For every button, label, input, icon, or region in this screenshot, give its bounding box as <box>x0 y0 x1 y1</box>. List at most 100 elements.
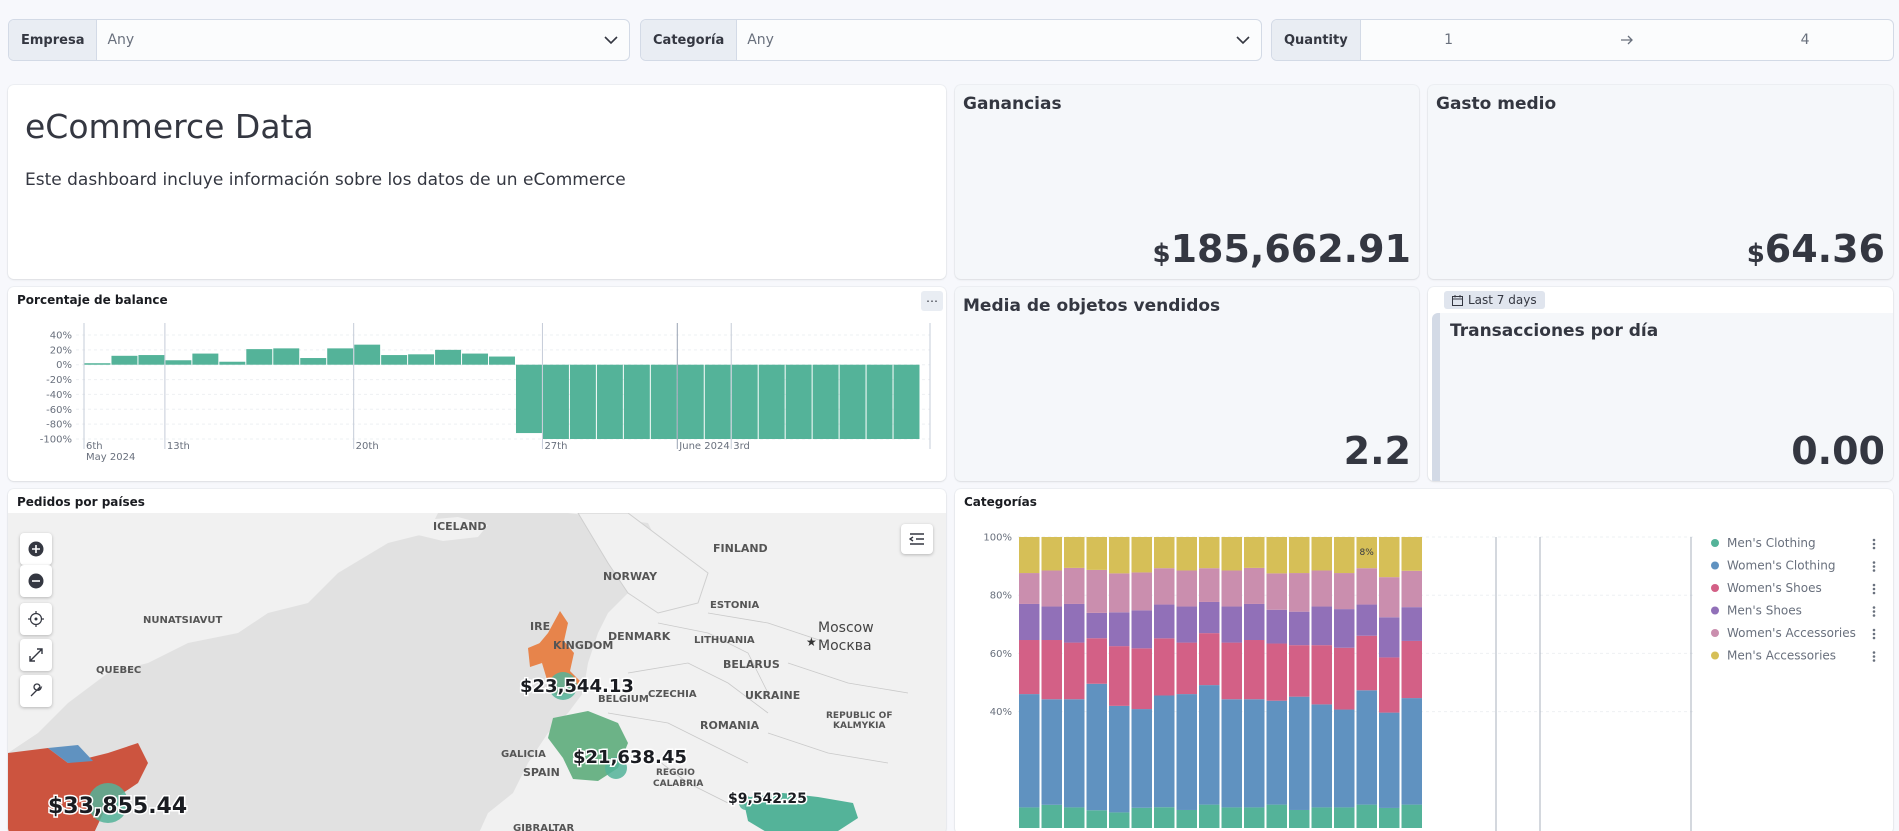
category-bar-segment[interactable] <box>1379 807 1400 828</box>
category-bar-segment[interactable] <box>1221 537 1243 571</box>
category-bar-segment[interactable] <box>1401 640 1423 699</box>
category-bar-segment[interactable] <box>1266 573 1288 610</box>
category-bar-segment[interactable] <box>1176 537 1198 571</box>
category-bar-segment[interactable] <box>1266 700 1288 805</box>
category-bar-segment[interactable] <box>1311 606 1333 646</box>
balance-bar[interactable] <box>165 360 192 365</box>
category-bar-segment[interactable] <box>1199 633 1220 686</box>
category-bar-segment[interactable] <box>1289 809 1310 828</box>
category-bar-segment[interactable] <box>1334 573 1355 610</box>
balance-bar[interactable] <box>623 364 650 439</box>
category-bar-segment[interactable] <box>1356 568 1378 605</box>
filter-empresa[interactable]: Empresa Any <box>8 19 630 61</box>
category-bar-segment[interactable] <box>1109 646 1130 706</box>
category-bar-segment[interactable] <box>1221 606 1243 643</box>
category-bar-segment[interactable] <box>1131 807 1153 828</box>
category-bar-segment[interactable] <box>1086 569 1108 613</box>
category-bar-segment[interactable] <box>1019 603 1040 641</box>
category-bar-segment[interactable] <box>1221 699 1243 808</box>
category-bar-segment[interactable] <box>1041 606 1063 641</box>
category-bar-segment[interactable] <box>1334 807 1355 828</box>
filter-value[interactable]: Any <box>97 32 603 48</box>
zoom-out-button[interactable] <box>20 565 52 597</box>
category-bar-segment[interactable] <box>1289 696 1310 810</box>
legend-options-icon[interactable] <box>1872 651 1876 662</box>
category-bar-segment[interactable] <box>1311 537 1333 571</box>
legend-item[interactable]: Women's Accessories <box>1711 626 1876 640</box>
category-bar-segment[interactable] <box>1064 642 1085 700</box>
balance-bar[interactable] <box>327 348 354 365</box>
category-bar-segment[interactable] <box>1019 537 1040 574</box>
legend-item[interactable]: Men's Clothing <box>1711 536 1876 550</box>
category-bar-segment[interactable] <box>1176 642 1198 695</box>
legend-options-icon[interactable] <box>1872 583 1876 595</box>
category-bar-segment[interactable] <box>1401 804 1423 828</box>
category-bar-segment[interactable] <box>1086 612 1108 639</box>
category-bar-segment[interactable] <box>1244 699 1265 808</box>
category-bar-segment[interactable] <box>1401 607 1423 641</box>
category-bar-segment[interactable] <box>1199 537 1220 569</box>
fullscreen-button[interactable] <box>20 639 52 671</box>
category-bar-segment[interactable] <box>1356 804 1378 828</box>
category-bar-segment[interactable] <box>1289 537 1310 574</box>
category-bar-segment[interactable] <box>1019 573 1040 604</box>
balance-bar[interactable] <box>677 364 704 439</box>
balance-bar[interactable] <box>84 363 111 365</box>
balance-bar[interactable] <box>462 353 489 365</box>
category-bar-segment[interactable] <box>1289 645 1310 697</box>
map-canvas[interactable]: ICELAND FINLAND NORWAY ESTONIA NUNATSIAV… <box>8 513 946 831</box>
category-bar-segment[interactable] <box>1154 638 1175 696</box>
balance-bar[interactable] <box>785 364 812 439</box>
category-bar-segment[interactable] <box>1266 643 1288 701</box>
tools-button[interactable] <box>20 675 52 707</box>
filter-value[interactable]: Any <box>737 32 1235 48</box>
category-bar-segment[interactable] <box>1379 577 1400 618</box>
balance-bar[interactable] <box>569 364 596 439</box>
range-to[interactable]: 4 <box>1801 32 1810 48</box>
category-bar-segment[interactable] <box>1019 694 1040 808</box>
chevron-down-icon[interactable] <box>1235 32 1251 48</box>
category-bar-segment[interactable] <box>1379 712 1400 808</box>
category-bar-segment[interactable] <box>1176 809 1198 828</box>
category-bar-segment[interactable] <box>1356 690 1378 805</box>
category-bar-segment[interactable] <box>1334 609 1355 648</box>
category-bar-segment[interactable] <box>1154 537 1175 569</box>
category-bar-segment[interactable] <box>1266 804 1288 828</box>
category-bar-segment[interactable] <box>1266 609 1288 644</box>
balance-bar[interactable] <box>704 364 731 439</box>
category-bar-segment[interactable] <box>1154 807 1175 828</box>
balance-bar[interactable] <box>408 354 435 365</box>
category-bar-segment[interactable] <box>1176 694 1198 810</box>
balance-bar[interactable] <box>300 358 327 365</box>
balance-bar[interactable] <box>812 364 839 439</box>
balance-bar[interactable] <box>111 355 138 365</box>
category-bar-segment[interactable] <box>1176 570 1198 607</box>
balance-bar[interactable] <box>138 355 165 365</box>
category-bar-segment[interactable] <box>1244 567 1265 604</box>
range-control[interactable]: 1 4 <box>1361 32 1893 48</box>
category-bar-segment[interactable] <box>1109 537 1130 574</box>
category-bar-segment[interactable] <box>1041 804 1063 828</box>
category-bar-segment[interactable] <box>1289 573 1310 612</box>
balance-bar[interactable] <box>839 364 866 439</box>
category-bar-segment[interactable] <box>1086 638 1108 684</box>
category-bar-segment[interactable] <box>1131 537 1153 573</box>
category-bar-segment[interactable] <box>1244 807 1265 828</box>
category-bar-segment[interactable] <box>1379 537 1400 578</box>
balance-bar[interactable] <box>381 355 408 365</box>
zoom-in-button[interactable] <box>20 533 52 565</box>
category-bar-segment[interactable] <box>1131 648 1153 710</box>
category-bar-segment[interactable] <box>1221 807 1243 828</box>
category-bar-segment[interactable] <box>1131 610 1153 649</box>
category-bar-segment[interactable] <box>1289 611 1310 646</box>
category-bar-segment[interactable] <box>1379 617 1400 658</box>
category-bar-segment[interactable] <box>1221 570 1243 607</box>
balance-bar[interactable] <box>758 364 785 439</box>
category-bar-segment[interactable] <box>1199 601 1220 634</box>
category-bar-segment[interactable] <box>1064 603 1085 643</box>
category-bar-segment[interactable] <box>1086 537 1108 570</box>
category-bar-segment[interactable] <box>1199 804 1220 828</box>
chevron-down-icon[interactable] <box>603 32 619 48</box>
category-bar-segment[interactable] <box>1064 807 1085 828</box>
category-bar-segment[interactable] <box>1154 604 1175 639</box>
